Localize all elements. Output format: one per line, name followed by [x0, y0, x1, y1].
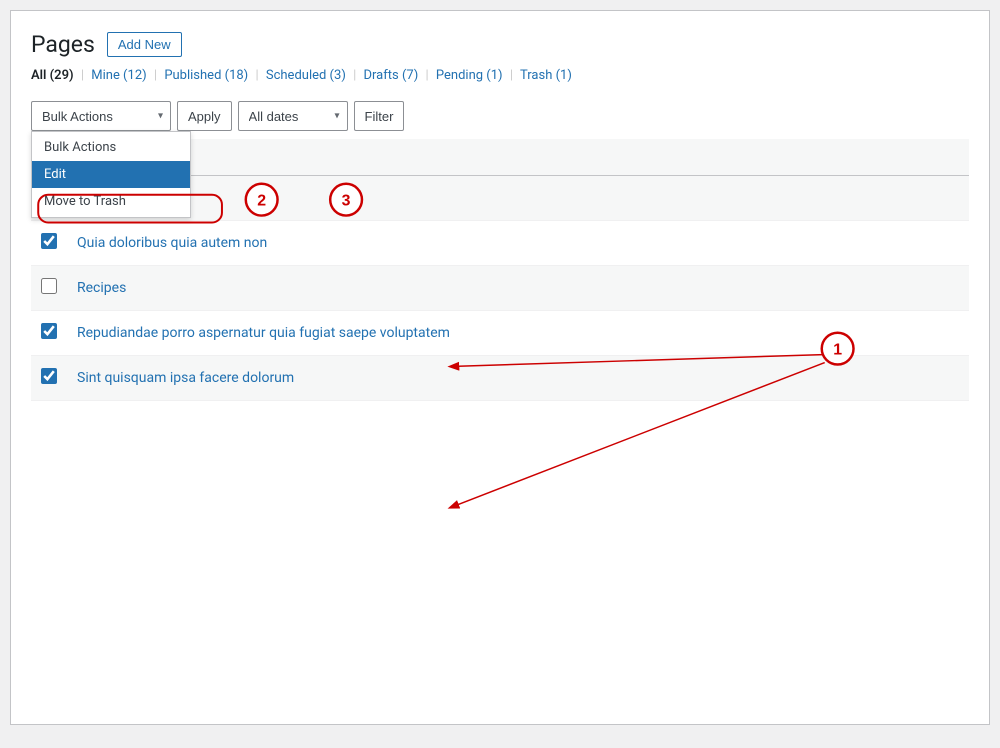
row-checkbox-cell-2 — [31, 221, 67, 266]
add-new-button[interactable]: Add New — [107, 32, 182, 57]
row-title-cell-5: Sint quisquam ipsa facere dolorum — [67, 356, 969, 401]
bulk-actions-wrap: Bulk Actions Edit Move to Trash ▾ Bulk A… — [31, 101, 171, 131]
sep-3: | — [255, 68, 258, 83]
row-title-cell-3: Recipes — [67, 266, 969, 311]
row-title-cell-4: Repudiandae porro aspernatur quia fugiat… — [67, 311, 969, 356]
row-checkbox-2[interactable] — [41, 233, 57, 249]
page-title: Pages — [31, 31, 95, 58]
row-title-cell-2: Quia doloribus quia autem non — [67, 221, 969, 266]
dropdown-item-move-to-trash[interactable]: Move to Trash — [32, 188, 190, 215]
row-checkbox-4[interactable] — [41, 323, 57, 339]
sep-6: | — [510, 68, 513, 83]
filter-links: All (29) | Mine (12) | Published (18) | … — [31, 68, 969, 83]
row-checkbox-3[interactable] — [41, 278, 57, 294]
filter-link-pending[interactable]: Pending (1) — [436, 68, 503, 83]
sep-1: | — [81, 68, 84, 83]
row-title-cell-1: — Page 1 — [67, 176, 969, 221]
filter-link-published[interactable]: Published (18) — [164, 68, 248, 83]
table-row: Recipes — [31, 266, 969, 311]
page-link-4[interactable]: Repudiandae porro aspernatur quia fugiat… — [77, 325, 450, 341]
row-checkbox-cell-3 — [31, 266, 67, 311]
filter-link-scheduled[interactable]: Scheduled (3) — [266, 68, 346, 83]
dates-select[interactable]: All dates — [238, 101, 348, 131]
row-checkbox-5[interactable] — [41, 368, 57, 384]
toolbar: Bulk Actions Edit Move to Trash ▾ Bulk A… — [31, 93, 969, 139]
filter-link-trash[interactable]: Trash (1) — [520, 68, 572, 83]
sep-5: | — [425, 68, 428, 83]
sep-4: | — [353, 68, 356, 83]
filter-link-all[interactable]: All (29) — [31, 68, 74, 83]
filter-link-drafts[interactable]: Drafts (7) — [364, 68, 419, 83]
row-checkbox-cell-5 — [31, 356, 67, 401]
page-link-2[interactable]: Quia doloribus quia autem non — [77, 235, 267, 251]
dropdown-item-edit[interactable]: Edit — [32, 161, 190, 188]
page-link-3[interactable]: Recipes — [77, 280, 126, 296]
bulk-actions-select[interactable]: Bulk Actions Edit Move to Trash — [31, 101, 171, 131]
row-checkbox-cell-4 — [31, 311, 67, 356]
page-header: Pages Add New — [31, 31, 969, 58]
filter-link-mine[interactable]: Mine (12) — [91, 68, 146, 83]
table-row: Repudiandae porro aspernatur quia fugiat… — [31, 311, 969, 356]
table-row: Quia doloribus quia autem non — [31, 221, 969, 266]
filter-button[interactable]: Filter — [354, 101, 405, 131]
table-row: Sint quisquam ipsa facere dolorum — [31, 356, 969, 401]
bulk-actions-dropdown: Bulk Actions Edit Move to Trash — [31, 131, 191, 218]
sep-2: | — [154, 68, 157, 83]
page-link-5[interactable]: Sint quisquam ipsa facere dolorum — [77, 370, 294, 386]
col-header-title: Parent Page — [67, 139, 969, 176]
apply-button[interactable]: Apply — [177, 101, 232, 131]
dates-wrap: All dates ▾ — [238, 101, 348, 131]
dropdown-item-bulk-actions[interactable]: Bulk Actions — [32, 134, 190, 161]
